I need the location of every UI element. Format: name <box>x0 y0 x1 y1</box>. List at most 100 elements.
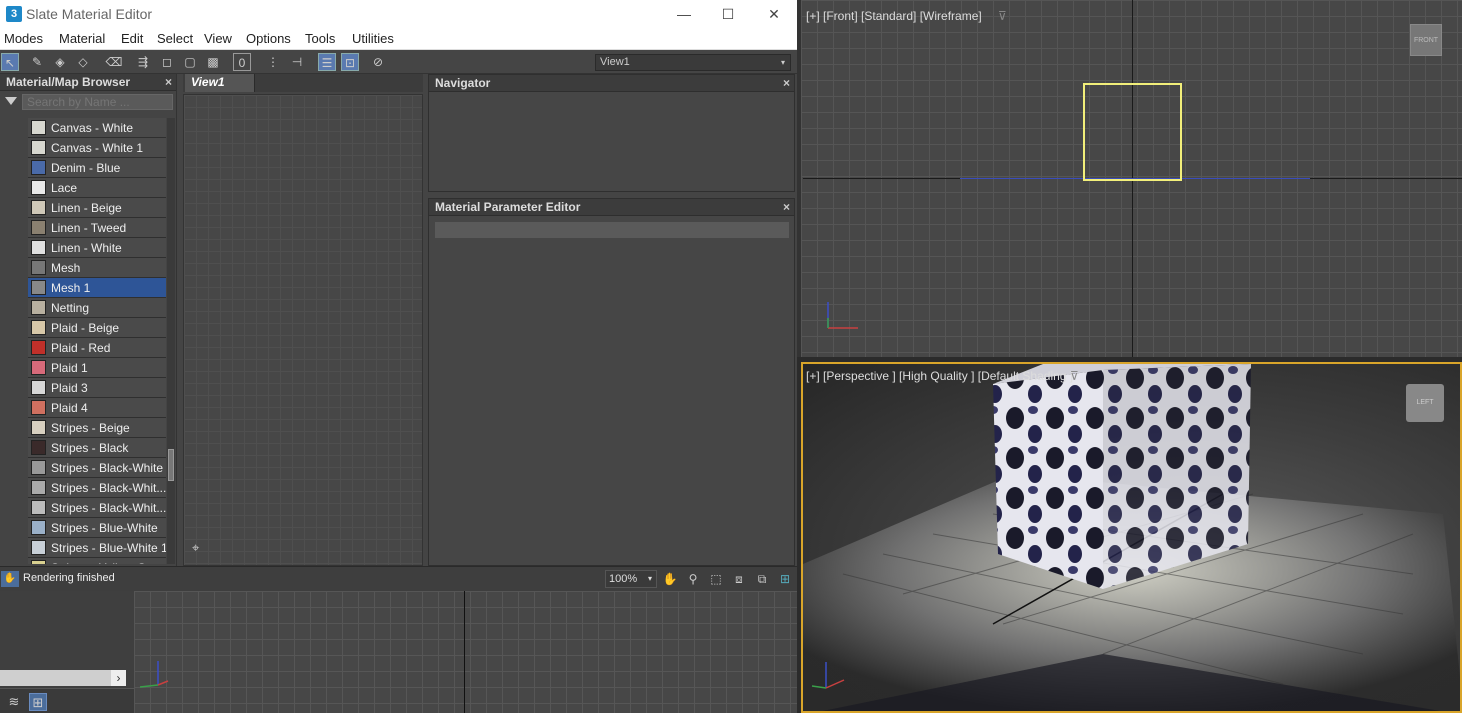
material-thumbnail-icon <box>31 500 46 515</box>
pan-to-selected-icon[interactable]: ⊞ <box>776 570 794 588</box>
list-item[interactable]: Stripes - Black-Whit... <box>28 478 166 498</box>
material-label: Linen - Beige <box>51 201 122 215</box>
search-input[interactable] <box>22 94 173 110</box>
menu-utilities[interactable]: Utilities <box>352 31 394 46</box>
checker-background-icon[interactable]: ▩ <box>204 53 222 71</box>
put-to-scene-icon[interactable]: ◈ <box>51 53 69 71</box>
list-item[interactable]: Canvas - White <box>28 118 166 138</box>
sample-slot-icon[interactable]: 0 <box>233 53 251 71</box>
list-item[interactable]: Plaid 3 <box>28 378 166 398</box>
filter-icon[interactable]: ⊽ <box>998 9 1007 23</box>
material-label: Denim - Blue <box>51 161 121 175</box>
list-item[interactable]: Stripes - Black <box>28 438 166 458</box>
list-item[interactable]: Plaid 1 <box>28 358 166 378</box>
eyedropper-icon[interactable]: ✎ <box>28 53 46 71</box>
menu-material[interactable]: Material <box>59 31 105 46</box>
front-viewport-label[interactable]: [+] [Front] [Standard] [Wireframe] <box>806 9 982 23</box>
title-bar: 3 Slate Material Editor — ☐ ✕ <box>0 0 797 29</box>
list-item[interactable]: Stripes - Black-White <box>28 458 166 478</box>
zoom-extents-selected-icon[interactable]: ⧉ <box>753 570 771 588</box>
list-item[interactable]: Stripes - Beige <box>28 418 166 438</box>
list-item[interactable]: Denim - Blue <box>28 158 166 178</box>
list-item[interactable]: Plaid 4 <box>28 398 166 418</box>
parameter-editor-toggle-icon[interactable]: ⊡ <box>341 53 359 71</box>
menu-bar: Modes Material Edit Select View Options … <box>0 29 797 50</box>
list-item[interactable]: Mesh <box>28 258 166 278</box>
list-item[interactable]: Linen - Tweed <box>28 218 166 238</box>
browser-scrollbar[interactable] <box>167 118 175 564</box>
list-item[interactable]: Netting <box>28 298 166 318</box>
layout-vertical-icon[interactable]: ⋮ <box>264 53 282 71</box>
filter-icon[interactable]: ⊽ <box>1070 369 1079 383</box>
app-icon: 3 <box>6 6 22 22</box>
select-tool-icon[interactable]: ↖ <box>1 53 19 71</box>
list-item[interactable]: Stripes - Yellow-G... <box>28 558 166 564</box>
list-item[interactable]: Stripes - Blue-White <box>28 518 166 538</box>
list-item[interactable]: Plaid - Beige <box>28 318 166 338</box>
list-item[interactable]: Plaid - Red <box>28 338 166 358</box>
hide-unused-icon[interactable]: ◻ <box>158 53 176 71</box>
zoom-level-dropdown[interactable]: 100% ▾ <box>605 570 657 588</box>
list-item[interactable]: Stripes - Blue-White 1 <box>28 538 166 558</box>
view-select-dropdown[interactable]: View1 ▾ <box>595 54 791 71</box>
axis-tripod-icon <box>827 302 858 329</box>
viewcube-front[interactable]: FRONT <box>1410 24 1442 56</box>
chevron-down-icon: ▾ <box>647 574 652 583</box>
binoculars-icon[interactable]: ⌖ <box>192 540 210 556</box>
close-button[interactable]: ✕ <box>752 4 796 26</box>
maximize-button[interactable]: ☐ <box>706 4 750 26</box>
chevron-right-icon[interactable]: › <box>111 670 126 686</box>
scene-explorer-icon[interactable]: ⊞ <box>29 693 47 711</box>
close-icon[interactable]: × <box>783 75 790 91</box>
perspective-viewport[interactable] <box>801 362 1462 713</box>
perspective-viewport-label[interactable]: [+] [Perspective ] [High Quality ] [Defa… <box>806 369 1073 383</box>
parameter-rollout-bar[interactable] <box>435 222 789 238</box>
close-icon[interactable]: × <box>783 199 790 215</box>
browser-title: Material/Map Browser <box>6 75 131 89</box>
browser-header: Material/Map Browser × <box>0 74 176 91</box>
chevron-down-icon: ▾ <box>780 58 785 67</box>
node-view-canvas[interactable] <box>183 94 423 566</box>
tab-view1[interactable]: View1 <box>185 74 255 92</box>
menu-tools[interactable]: Tools <box>305 31 335 46</box>
layers-icon[interactable]: ≋ <box>5 693 23 711</box>
show-map-icon[interactable]: ▢ <box>181 53 199 71</box>
menu-edit[interactable]: Edit <box>121 31 143 46</box>
layout-children-icon[interactable]: ⊣ <box>288 53 306 71</box>
browser-scrollbar-thumb[interactable] <box>168 449 174 481</box>
search-row <box>0 92 176 112</box>
viewcube-perspective[interactable]: LEFT <box>1406 384 1444 422</box>
assign-material-icon[interactable]: ◇ <box>74 53 92 71</box>
grid-axis-line <box>464 591 465 713</box>
list-item[interactable]: Lace <box>28 178 166 198</box>
select-by-material-icon[interactable]: ⊘ <box>369 53 387 71</box>
material-label: Netting <box>51 301 90 315</box>
list-item[interactable]: Mesh 1 <box>28 278 166 298</box>
list-item[interactable]: Canvas - White 1 <box>28 138 166 158</box>
browser-options-icon[interactable] <box>5 97 17 105</box>
zoom-icon[interactable]: ⚲ <box>684 570 702 588</box>
scene-explorer-toolbar: ≋ ⊞ <box>0 688 134 713</box>
zoom-region-icon[interactable]: ⬚ <box>707 570 725 588</box>
navigator-panel: Navigator × <box>428 74 795 192</box>
material-label: Mesh 1 <box>51 281 91 295</box>
move-children-icon[interactable]: ⇶ <box>134 53 152 71</box>
material-label: Stripes - Black-White <box>51 461 164 475</box>
time-slider[interactable] <box>0 670 126 686</box>
menu-select[interactable]: Select <box>157 31 193 46</box>
pan-hand-icon[interactable]: ✋ <box>661 570 679 588</box>
menu-modes[interactable]: Modes <box>4 31 43 46</box>
selected-box-wireframe[interactable] <box>1083 83 1182 181</box>
menu-view[interactable]: View <box>204 31 232 46</box>
zoom-extents-icon[interactable]: ⧈ <box>730 570 748 588</box>
material-thumbnail-icon <box>31 420 46 435</box>
list-item[interactable]: Linen - White <box>28 238 166 258</box>
list-item[interactable]: Stripes - Black-Whit... <box>28 498 166 518</box>
delete-icon[interactable]: ⌫ <box>105 53 123 71</box>
menu-options[interactable]: Options <box>246 31 291 46</box>
material-map-browser-toggle-icon[interactable]: ☰ <box>318 53 336 71</box>
minimize-button[interactable]: — <box>662 4 706 26</box>
close-icon[interactable]: × <box>165 74 172 90</box>
axis-tripod-icon <box>139 661 169 688</box>
list-item[interactable]: Linen - Beige <box>28 198 166 218</box>
